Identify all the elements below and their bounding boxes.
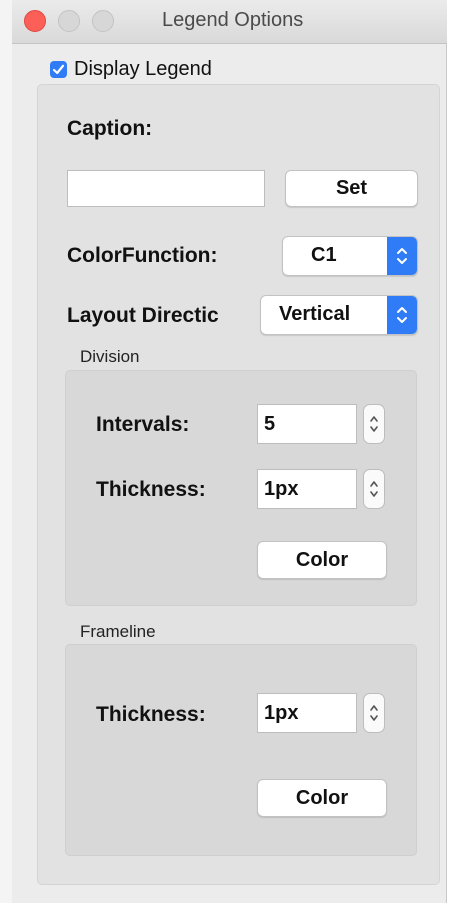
stepper-arrows-icon (370, 705, 378, 721)
background-window-edge (0, 0, 12, 903)
frameline-thickness-stepper[interactable] (363, 693, 385, 733)
stepper-arrows-icon (370, 481, 378, 497)
caption-input[interactable] (67, 170, 265, 207)
frameline-thickness-label: Thickness: (96, 703, 206, 726)
division-group: Intervals: Thickness: Color (65, 370, 417, 606)
display-legend-checkbox[interactable] (50, 60, 67, 78)
minimize-window-button[interactable] (58, 10, 80, 32)
intervals-stepper[interactable] (363, 404, 385, 444)
caption-label: Caption: (67, 117, 153, 140)
division-section-title: Division (80, 347, 140, 366)
division-thickness-label: Thickness: (96, 478, 206, 501)
zoom-window-button[interactable] (92, 10, 114, 32)
layout-direction-value: Vertical (279, 303, 351, 325)
close-window-button[interactable] (24, 10, 46, 32)
layout-direction-label: Layout Directic (67, 304, 219, 327)
frameline-thickness-input[interactable] (257, 693, 357, 733)
stepper-arrows-icon (370, 416, 378, 432)
division-thickness-stepper[interactable] (363, 469, 385, 509)
frameline-section-title: Frameline (80, 622, 156, 641)
window-title: Legend Options (162, 9, 304, 31)
division-color-button-label: Color (295, 548, 349, 571)
set-button-label: Set (335, 177, 368, 199)
color-function-label: ColorFunction: (67, 244, 218, 267)
updown-chevron-icon (387, 296, 417, 334)
frameline-color-button[interactable]: Color (257, 779, 387, 817)
display-legend-checkbox-row[interactable]: Display Legend (50, 58, 212, 80)
legend-settings-group: Caption: Set ColorFunction: C1 Layout Di… (37, 84, 440, 885)
division-thickness-input[interactable] (257, 469, 357, 509)
color-function-value: C1 (311, 244, 337, 266)
division-color-button[interactable]: Color (257, 541, 387, 579)
legend-options-window: Legend Options Display Legend Caption: S… (12, 0, 447, 903)
frameline-color-button-label: Color (295, 786, 349, 809)
display-legend-label: Display Legend (74, 57, 212, 80)
checkmark-icon (52, 64, 65, 74)
intervals-input[interactable] (257, 404, 357, 444)
set-caption-button[interactable]: Set (285, 170, 418, 207)
color-function-select[interactable]: C1 (282, 236, 418, 276)
title-bar[interactable]: Legend Options (12, 0, 447, 44)
frameline-group: Thickness: Color (65, 644, 417, 856)
intervals-label: Intervals: (96, 413, 190, 436)
updown-chevron-icon (387, 237, 417, 275)
layout-direction-select[interactable]: Vertical (260, 295, 418, 335)
